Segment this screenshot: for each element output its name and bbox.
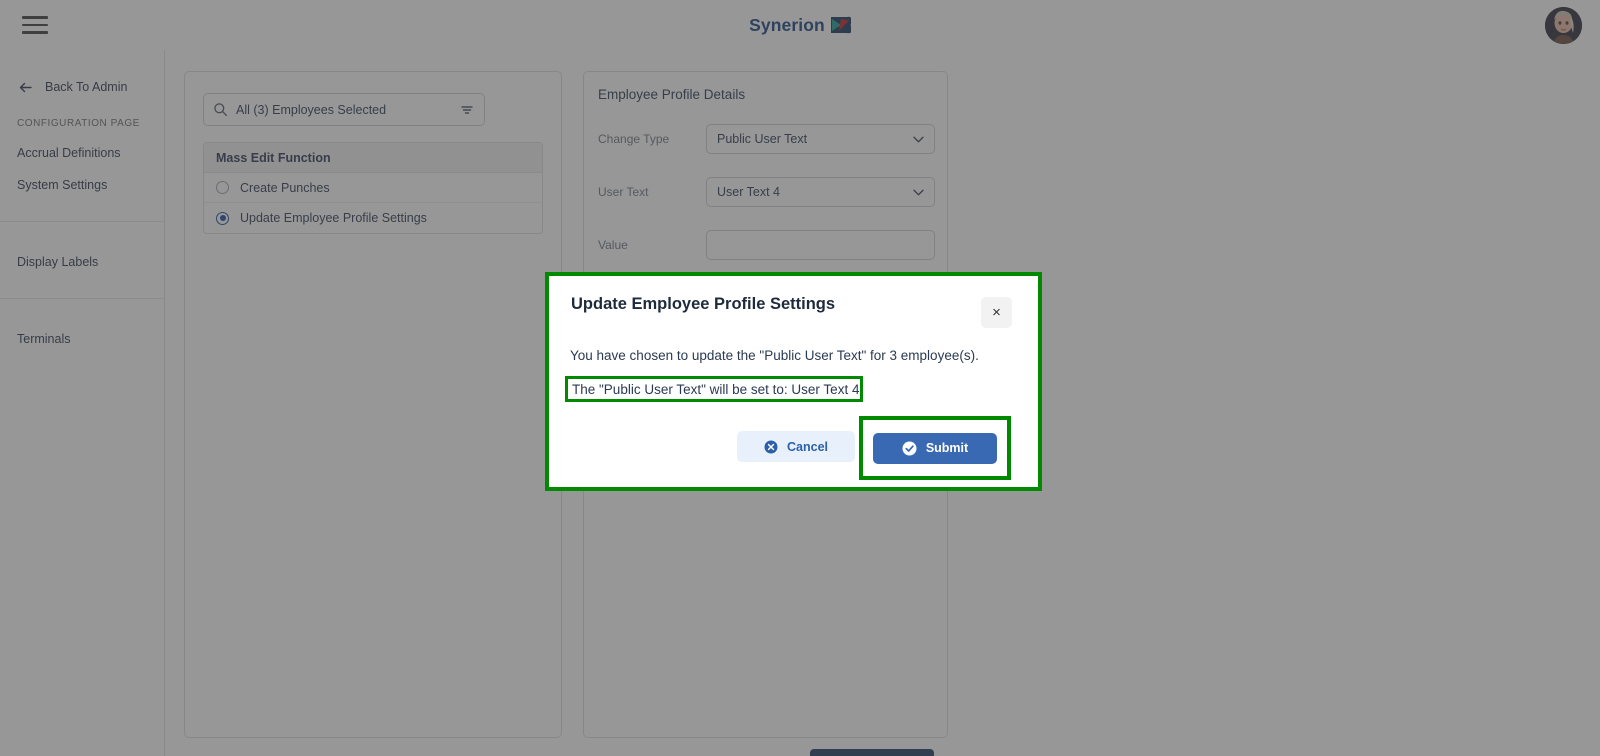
circle-check-icon — [902, 441, 917, 455]
cancel-button[interactable]: Cancel — [737, 431, 855, 462]
modal-message-line-2-highlight: The "Public User Text" will be set to: U… — [565, 376, 863, 402]
modal-button-row: Cancel — [737, 431, 855, 462]
submit-highlight-box: Submit — [859, 416, 1011, 480]
circle-x-icon — [764, 440, 778, 453]
app-root: Synerion Back — [0, 0, 1600, 756]
modal-message-line-1: You have chosen to update the "Public Us… — [570, 348, 979, 363]
cancel-button-label: Cancel — [787, 439, 828, 454]
modal-highlight-box: Update Employee Profile Settings × You h… — [545, 272, 1042, 491]
modal-title: Update Employee Profile Settings — [571, 295, 836, 313]
submit-button[interactable]: Submit — [873, 432, 997, 464]
modal-message-line-2: The "Public User Text" will be set to: U… — [572, 381, 860, 397]
update-employee-profile-settings-modal: Update Employee Profile Settings × You h… — [549, 276, 1038, 487]
close-icon[interactable]: × — [981, 297, 1012, 328]
submit-button-label: Submit — [925, 441, 969, 455]
